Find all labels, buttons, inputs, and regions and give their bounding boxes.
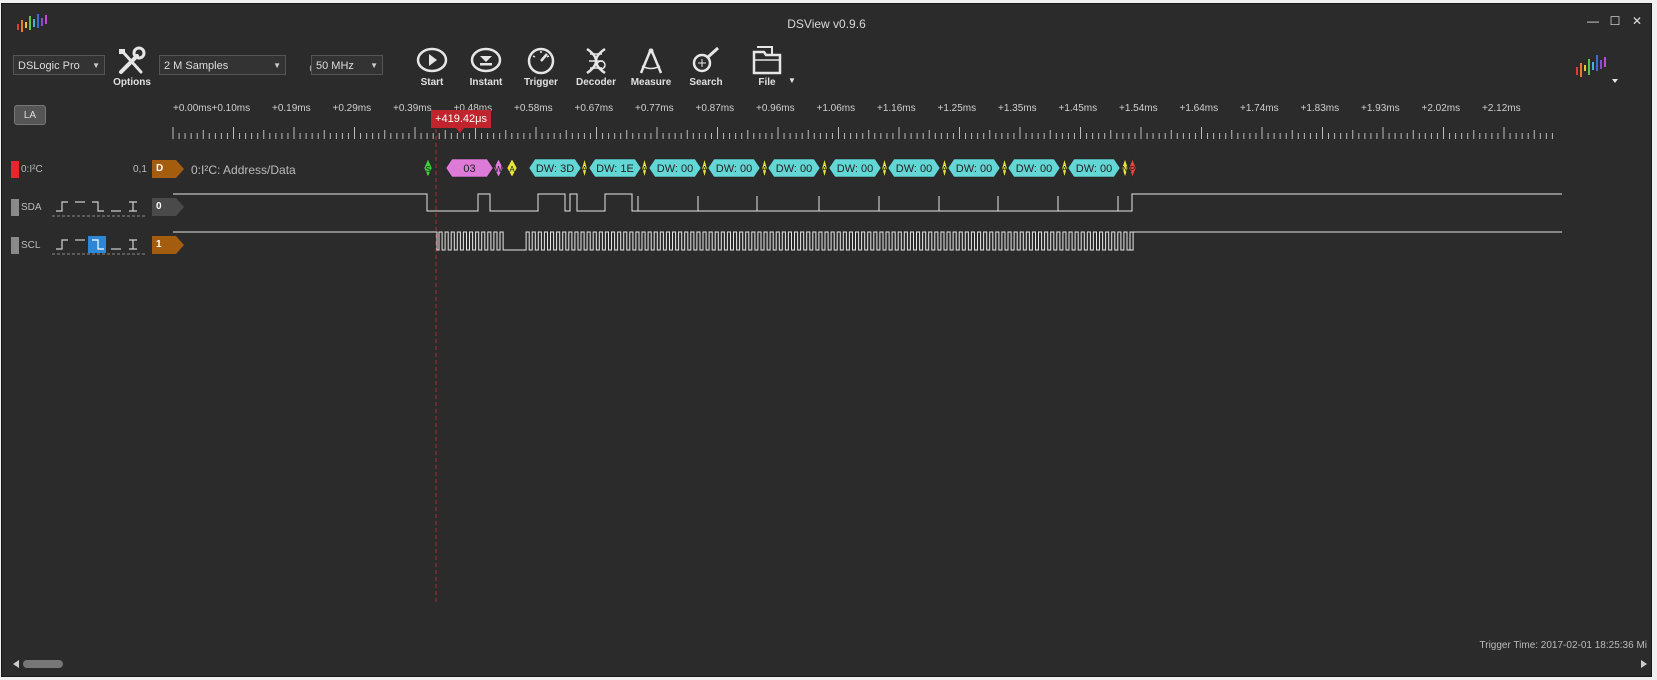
decode-segment-label: 03	[463, 163, 475, 175]
decode-segment-label: A	[822, 165, 828, 174]
decode-segment-label: A	[762, 165, 768, 174]
decode-segment-label: N	[1122, 165, 1128, 174]
decode-segment-label: S	[425, 165, 430, 174]
scroll-right-icon	[1641, 660, 1647, 668]
decode-segment-label: W	[495, 165, 503, 174]
decode-segment-label: DW: 00	[837, 163, 873, 175]
decode-segment-label: A	[1002, 165, 1008, 174]
waveform-area[interactable]: S 03 W A DW: 3D A DW: 1E A DW: 00 A DW: 00 A DW: 00 A…	[2, 4, 1651, 644]
sda-waveform	[173, 193, 1562, 212]
decode-segment-label: A	[702, 165, 708, 174]
decode-segment-label: DW: 00	[1076, 163, 1112, 175]
decode-segment-label: A	[509, 165, 515, 174]
decode-segment-label: P	[1130, 165, 1135, 174]
decode-segment-label: A	[1062, 165, 1068, 174]
decode-segment-label: DW: 00	[657, 163, 693, 175]
decode-segment-label: DW: 1E	[596, 163, 634, 175]
scl-waveform	[173, 231, 1562, 251]
decode-segment-label: DW: 00	[716, 163, 752, 175]
decode-segment-label: DW: 00	[896, 163, 932, 175]
decode-segment-label: A	[942, 165, 948, 174]
decode-segment-label: DW: 00	[776, 163, 812, 175]
scroll-left-icon	[13, 660, 19, 668]
trigger-time-label: Trigger Time: 2017-02-01 18:25:36 Mi	[1479, 640, 1648, 651]
decode-segment-label: DW: 00	[956, 163, 992, 175]
horizontal-scrollbar[interactable]	[11, 658, 1651, 670]
scrollbar-thumb	[23, 660, 63, 668]
decode-segment-label: DW: 00	[1016, 163, 1052, 175]
decode-segment-label: DW: 3D	[536, 163, 574, 175]
app-window: DSView v0.9.6 — ☐ ✕ DSLogic Pro ▼ Option…	[1, 3, 1652, 677]
decode-segment-label: A	[582, 165, 588, 174]
decode-segment-label: A	[642, 165, 648, 174]
decode-segment-label: A	[882, 165, 888, 174]
